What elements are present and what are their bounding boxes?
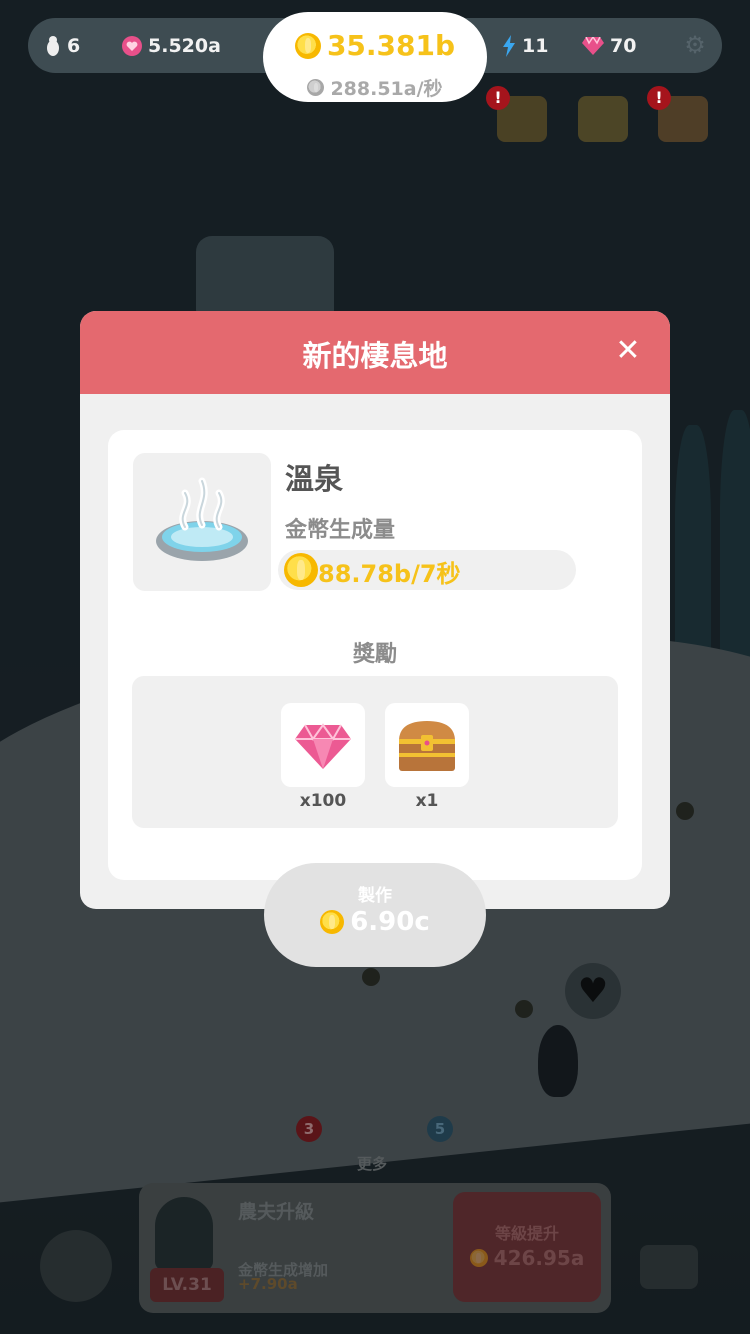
hot-spring-icon bbox=[156, 477, 248, 561]
make-cost: 6.90c bbox=[264, 907, 486, 937]
rewards-title: 獎勵 bbox=[352, 642, 397, 667]
lightning-icon bbox=[502, 35, 516, 57]
coin-total-pill: 35.381b 288.51a/秒 bbox=[263, 12, 487, 102]
egg-icon[interactable] bbox=[40, 1230, 112, 1302]
coin-total-value: 35.381b bbox=[326, 29, 456, 62]
rewards-box: x100 x1 bbox=[132, 676, 618, 828]
coin-icon bbox=[469, 1249, 488, 1267]
penguin-count: 6 bbox=[45, 32, 80, 60]
reward-qty: x100 bbox=[299, 791, 347, 811]
trophy-alert-badge: ! bbox=[486, 86, 510, 110]
energy-value: 11 bbox=[522, 35, 549, 57]
modal-header: 新的棲息地 ✕ bbox=[80, 311, 670, 394]
coin-icon bbox=[284, 553, 318, 587]
camera-icon[interactable] bbox=[640, 1245, 698, 1289]
settings-gear-icon[interactable]: ⚙ bbox=[682, 32, 708, 58]
generation-rate-value: 88.78b/7秒 bbox=[318, 560, 461, 588]
habitat-thumbnail bbox=[133, 453, 271, 591]
make-button[interactable]: 製作 6.90c bbox=[264, 863, 486, 967]
gem-icon bbox=[295, 723, 351, 769]
level-up-label: 等級提升 bbox=[494, 1224, 559, 1243]
habitat-info-panel: 溫泉 金幣生成量 88.78b/7秒 獎勵 x100 x1 bbox=[108, 430, 642, 880]
make-cost-value: 6.90c bbox=[350, 907, 430, 937]
heart-currency: 5.520a bbox=[122, 32, 221, 60]
close-icon[interactable]: ✕ bbox=[610, 333, 646, 369]
heart-currency-value: 5.520a bbox=[148, 35, 221, 57]
heart-coin-icon bbox=[122, 36, 142, 56]
habitat-name: 溫泉 bbox=[285, 462, 344, 496]
farmer-avatar bbox=[155, 1197, 213, 1271]
notification-badge: 3 bbox=[296, 1116, 322, 1142]
heart-button-icon[interactable]: ♥ bbox=[565, 963, 621, 1019]
coin-icon bbox=[320, 910, 345, 934]
farmer-upgrade-title: 農夫升級 bbox=[238, 1201, 315, 1223]
quest-scroll-icon[interactable] bbox=[578, 96, 628, 142]
generation-rate-pill: 88.78b/7秒 bbox=[278, 550, 576, 590]
penguin-count-value: 6 bbox=[67, 35, 81, 57]
generation-label: 金幣生成量 bbox=[285, 518, 396, 543]
coin-icon bbox=[294, 32, 321, 59]
coin-icon bbox=[307, 79, 325, 96]
coin-rate: 288.51a/秒 bbox=[263, 74, 487, 101]
energy-count: 11 bbox=[502, 32, 548, 60]
reward-item-chest bbox=[385, 703, 469, 787]
treasure-chest-icon bbox=[399, 721, 455, 771]
notification-badge: 5 bbox=[427, 1116, 453, 1142]
gem-icon bbox=[582, 37, 604, 55]
level-up-button[interactable]: 等級提升 426.95a bbox=[453, 1192, 601, 1302]
farmer-level: LV.31 bbox=[150, 1268, 224, 1302]
gem-count: 70 bbox=[582, 32, 636, 60]
mail-alert-badge: ! bbox=[647, 86, 671, 110]
reward-item-gem bbox=[281, 703, 365, 787]
modal-title: 新的棲息地 bbox=[302, 339, 448, 373]
farmer-bonus: +7.90a bbox=[238, 1275, 298, 1293]
new-habitat-modal: 新的棲息地 ✕ 溫泉 金幣生成量 88.78b/7秒 獎勵 x100 x1 bbox=[80, 311, 670, 909]
reward-qty: x1 bbox=[415, 791, 439, 811]
more-label[interactable]: 更多 bbox=[357, 1153, 387, 1174]
level-up-cost: 426.95a bbox=[453, 1246, 601, 1270]
gem-value: 70 bbox=[610, 35, 637, 57]
level-up-cost-value: 426.95a bbox=[493, 1246, 585, 1270]
farmer-upgrade-panel: LV.31 農夫升級 金幣生成增加 +7.90a 等級提升 426.95a bbox=[139, 1183, 611, 1313]
coin-total: 35.381b bbox=[263, 29, 487, 62]
make-button-label: 製作 bbox=[358, 886, 392, 906]
coin-rate-value: 288.51a/秒 bbox=[330, 78, 443, 100]
penguin-icon bbox=[45, 36, 61, 56]
